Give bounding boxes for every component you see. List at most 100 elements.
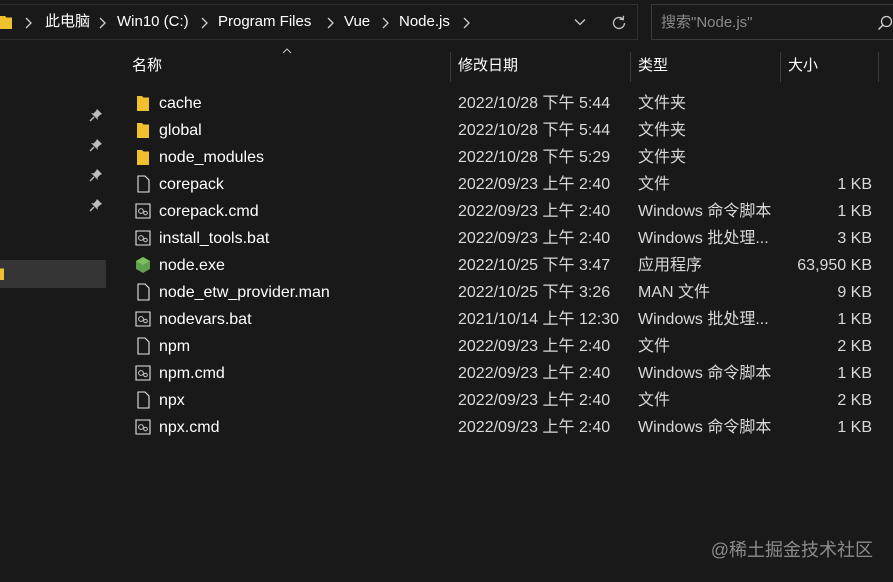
file-icon: [137, 337, 150, 355]
chevron-right-icon[interactable]: [381, 17, 390, 29]
folder-icon: [137, 96, 149, 111]
breadcrumb-vue[interactable]: Vue: [344, 13, 370, 31]
column-headers: 名称 修改日期 类型 大小: [106, 46, 893, 86]
search-input[interactable]: [661, 13, 861, 31]
nodejs-icon: [136, 257, 150, 273]
file-row[interactable]: npm 2022/09/23 上午 2:40 文件 2 KB: [106, 333, 893, 360]
file-type: Windows 命令脚本: [638, 365, 772, 382]
pin-icon[interactable]: [89, 138, 103, 152]
file-row[interactable]: node_etw_provider.man 2022/10/25 下午 3:26 M…: [106, 279, 893, 306]
refresh-icon[interactable]: [610, 14, 628, 32]
file-type: Windows 批处理...: [638, 311, 769, 328]
chevron-right-icon[interactable]: [462, 17, 471, 29]
search-box[interactable]: [651, 4, 893, 40]
file-type: 文件: [638, 176, 671, 193]
file-type: 文件夹: [638, 122, 687, 139]
file-name: npx: [159, 392, 185, 409]
navigation-pane: [0, 46, 106, 582]
file-name: node_modules: [159, 149, 264, 166]
folder-icon: [0, 268, 4, 280]
file-date: 2021/10/14 上午 12:30: [458, 311, 620, 328]
file-row[interactable]: nodevars.bat 2021/10/14 上午 12:30 Windows 批…: [106, 306, 893, 333]
file-row[interactable]: cache 2022/10/28 下午 5:44 文件夹: [106, 90, 893, 117]
chevron-right-icon[interactable]: [200, 17, 209, 29]
pin-icon[interactable]: [89, 198, 103, 212]
file-icon: [137, 391, 150, 409]
column-divider[interactable]: [630, 52, 631, 82]
file-size: 1 KB: [837, 365, 872, 382]
file-row[interactable]: corepack.cmd 2022/09/23 上午 2:40 Windows 命令…: [106, 198, 893, 225]
breadcrumb-drive[interactable]: Win10 (C:): [117, 13, 189, 31]
file-date: 2022/09/23 上午 2:40: [458, 392, 611, 409]
column-header-name[interactable]: 名称: [132, 57, 162, 75]
file-name: node.exe: [159, 257, 225, 274]
file-name: npm: [159, 338, 191, 355]
file-date: 2022/10/25 下午 3:47: [458, 257, 611, 274]
file-type: 文件: [638, 338, 671, 355]
file-type: 文件夹: [638, 95, 687, 112]
file-row[interactable]: npm.cmd 2022/09/23 上午 2:40 Windows 命令脚本 1 K…: [106, 360, 893, 387]
breadcrumb-nodejs[interactable]: Node.js: [399, 13, 450, 31]
script-file-icon: [135, 365, 151, 381]
file-size: 1 KB: [837, 311, 872, 328]
chevron-right-icon[interactable]: [326, 17, 335, 29]
pin-icon[interactable]: [89, 168, 103, 182]
pin-icon[interactable]: [89, 108, 103, 122]
column-divider[interactable]: [878, 52, 879, 82]
file-list: 名称 修改日期 类型 大小 cache 2022/10/28 下午 5:44 文件夹…: [106, 46, 893, 582]
column-header-type[interactable]: 类型: [638, 57, 668, 75]
file-name: npm.cmd: [159, 365, 225, 382]
file-row[interactable]: npx.cmd 2022/09/23 上午 2:40 Windows 命令脚本 1 K…: [106, 414, 893, 441]
file-date: 2022/09/23 上午 2:40: [458, 365, 611, 382]
file-row[interactable]: corepack 2022/09/23 上午 2:40 文件 1 KB: [106, 171, 893, 198]
column-divider[interactable]: [450, 52, 451, 82]
script-file-icon: [135, 419, 151, 435]
file-size: 3 KB: [837, 230, 872, 247]
file-type: 文件: [638, 392, 671, 409]
file-name: global: [159, 122, 202, 139]
column-divider[interactable]: [780, 52, 781, 82]
chevron-right-icon[interactable]: [24, 17, 33, 29]
address-toolbar: 此电脑 Win10 (C:) Program Files Vue Node.js: [0, 0, 893, 46]
script-file-icon: [135, 230, 151, 246]
file-type: 文件夹: [638, 149, 687, 166]
file-date: 2022/10/28 下午 5:29: [458, 149, 611, 166]
file-date: 2022/10/28 下午 5:44: [458, 95, 611, 112]
file-date: 2022/09/23 上午 2:40: [458, 338, 611, 355]
chevron-right-icon[interactable]: [98, 17, 107, 29]
sort-ascending-icon: [282, 48, 292, 54]
file-name: node_etw_provider.man: [159, 284, 330, 301]
file-name: corepack.cmd: [159, 203, 259, 220]
file-row[interactable]: npx 2022/09/23 上午 2:40 文件 2 KB: [106, 387, 893, 414]
file-name: npx.cmd: [159, 419, 220, 436]
column-header-size[interactable]: 大小: [788, 57, 818, 75]
file-name: install_tools.bat: [159, 230, 270, 247]
breadcrumb-this-pc[interactable]: 此电脑: [45, 13, 90, 31]
file-size: 1 KB: [837, 419, 872, 436]
file-date: 2022/10/25 下午 3:26: [458, 284, 611, 301]
file-name: corepack: [159, 176, 224, 193]
folder-icon: [137, 123, 149, 138]
file-row[interactable]: node_modules 2022/10/28 下午 5:29 文件夹: [106, 144, 893, 171]
column-header-date[interactable]: 修改日期: [458, 57, 518, 75]
file-type: MAN 文件: [638, 284, 711, 301]
folder-icon: [137, 150, 149, 165]
file-row[interactable]: install_tools.bat 2022/09/23 上午 2:40 Windo…: [106, 225, 893, 252]
file-type: Windows 命令脚本: [638, 203, 772, 220]
breadcrumb-program-files[interactable]: Program Files: [218, 13, 311, 31]
search-icon[interactable]: [877, 15, 893, 31]
file-size: 2 KB: [837, 392, 872, 409]
file-name: cache: [159, 95, 202, 112]
file-row[interactable]: node.exe 2022/10/25 下午 3:47 应用程序 63,950 KB: [106, 252, 893, 279]
file-date: 2022/09/23 上午 2:40: [458, 176, 611, 193]
file-size: 63,950 KB: [797, 257, 872, 274]
address-bar[interactable]: 此电脑 Win10 (C:) Program Files Vue Node.js: [0, 4, 638, 40]
file-size: 1 KB: [837, 203, 872, 220]
file-date: 2022/10/28 下午 5:44: [458, 122, 611, 139]
file-icon: [137, 283, 150, 301]
watermark: @稀土掘金技术社区: [710, 540, 873, 560]
file-date: 2022/09/23 上午 2:40: [458, 419, 611, 436]
file-row[interactable]: global 2022/10/28 下午 5:44 文件夹: [106, 117, 893, 144]
nav-item-selected[interactable]: [0, 260, 106, 288]
chevron-down-icon[interactable]: [574, 18, 586, 26]
